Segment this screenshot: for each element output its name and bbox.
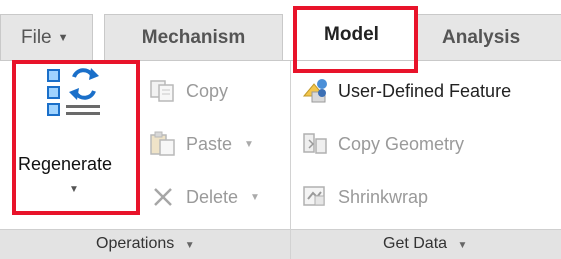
copy-geometry-icon <box>300 131 330 157</box>
paste-label: Paste <box>186 133 233 154</box>
delete-button[interactable]: Delete ▼ <box>148 184 260 210</box>
ribbon-group-footer: Operations ▼ Get Data ▼ <box>0 229 561 259</box>
user-defined-feature-label: User-Defined Feature <box>338 80 512 101</box>
tab-mechanism-label: Mechanism <box>141 26 246 48</box>
shrinkwrap-label: Shrinkwrap <box>338 186 429 207</box>
user-defined-feature-button[interactable]: User-Defined Feature <box>300 78 511 104</box>
delete-label: Delete <box>186 186 239 207</box>
operations-group-text: Operations <box>96 235 175 252</box>
copy-button[interactable]: Copy <box>148 78 228 104</box>
shrinkwrap-button[interactable]: Shrinkwrap <box>300 184 428 210</box>
copy-geometry-button[interactable]: Copy Geometry <box>300 131 464 157</box>
get-data-group-label[interactable]: Get Data ▼ <box>383 235 467 253</box>
shrinkwrap-icon <box>300 184 330 210</box>
chevron-down-icon: ▼ <box>184 240 195 251</box>
chevron-down-icon: ▼ <box>250 191 260 203</box>
operations-group-label[interactable]: Operations ▼ <box>96 235 195 253</box>
get-data-group-text: Get Data <box>383 235 448 252</box>
copy-label: Copy <box>186 80 229 101</box>
highlight-model-tab <box>293 6 418 73</box>
user-defined-feature-icon <box>300 78 330 104</box>
tab-analysis-label: Analysis <box>442 26 521 48</box>
tab-file-label: File <box>21 26 52 48</box>
group-separator <box>290 61 291 259</box>
highlight-regenerate <box>12 60 140 215</box>
delete-x-icon <box>148 184 178 210</box>
chevron-down-icon: ▼ <box>457 240 468 251</box>
chevron-down-icon: ▼ <box>57 31 69 44</box>
copy-geometry-label: Copy Geometry <box>338 133 465 154</box>
tab-analysis[interactable]: Analysis <box>418 14 561 60</box>
copy-icon <box>148 78 178 104</box>
paste-button[interactable]: Paste ▼ <box>148 131 254 157</box>
tab-file[interactable]: File ▼ <box>0 14 93 60</box>
paste-icon <box>148 131 178 157</box>
tab-mechanism[interactable]: Mechanism <box>104 14 283 60</box>
chevron-down-icon: ▼ <box>244 138 254 150</box>
